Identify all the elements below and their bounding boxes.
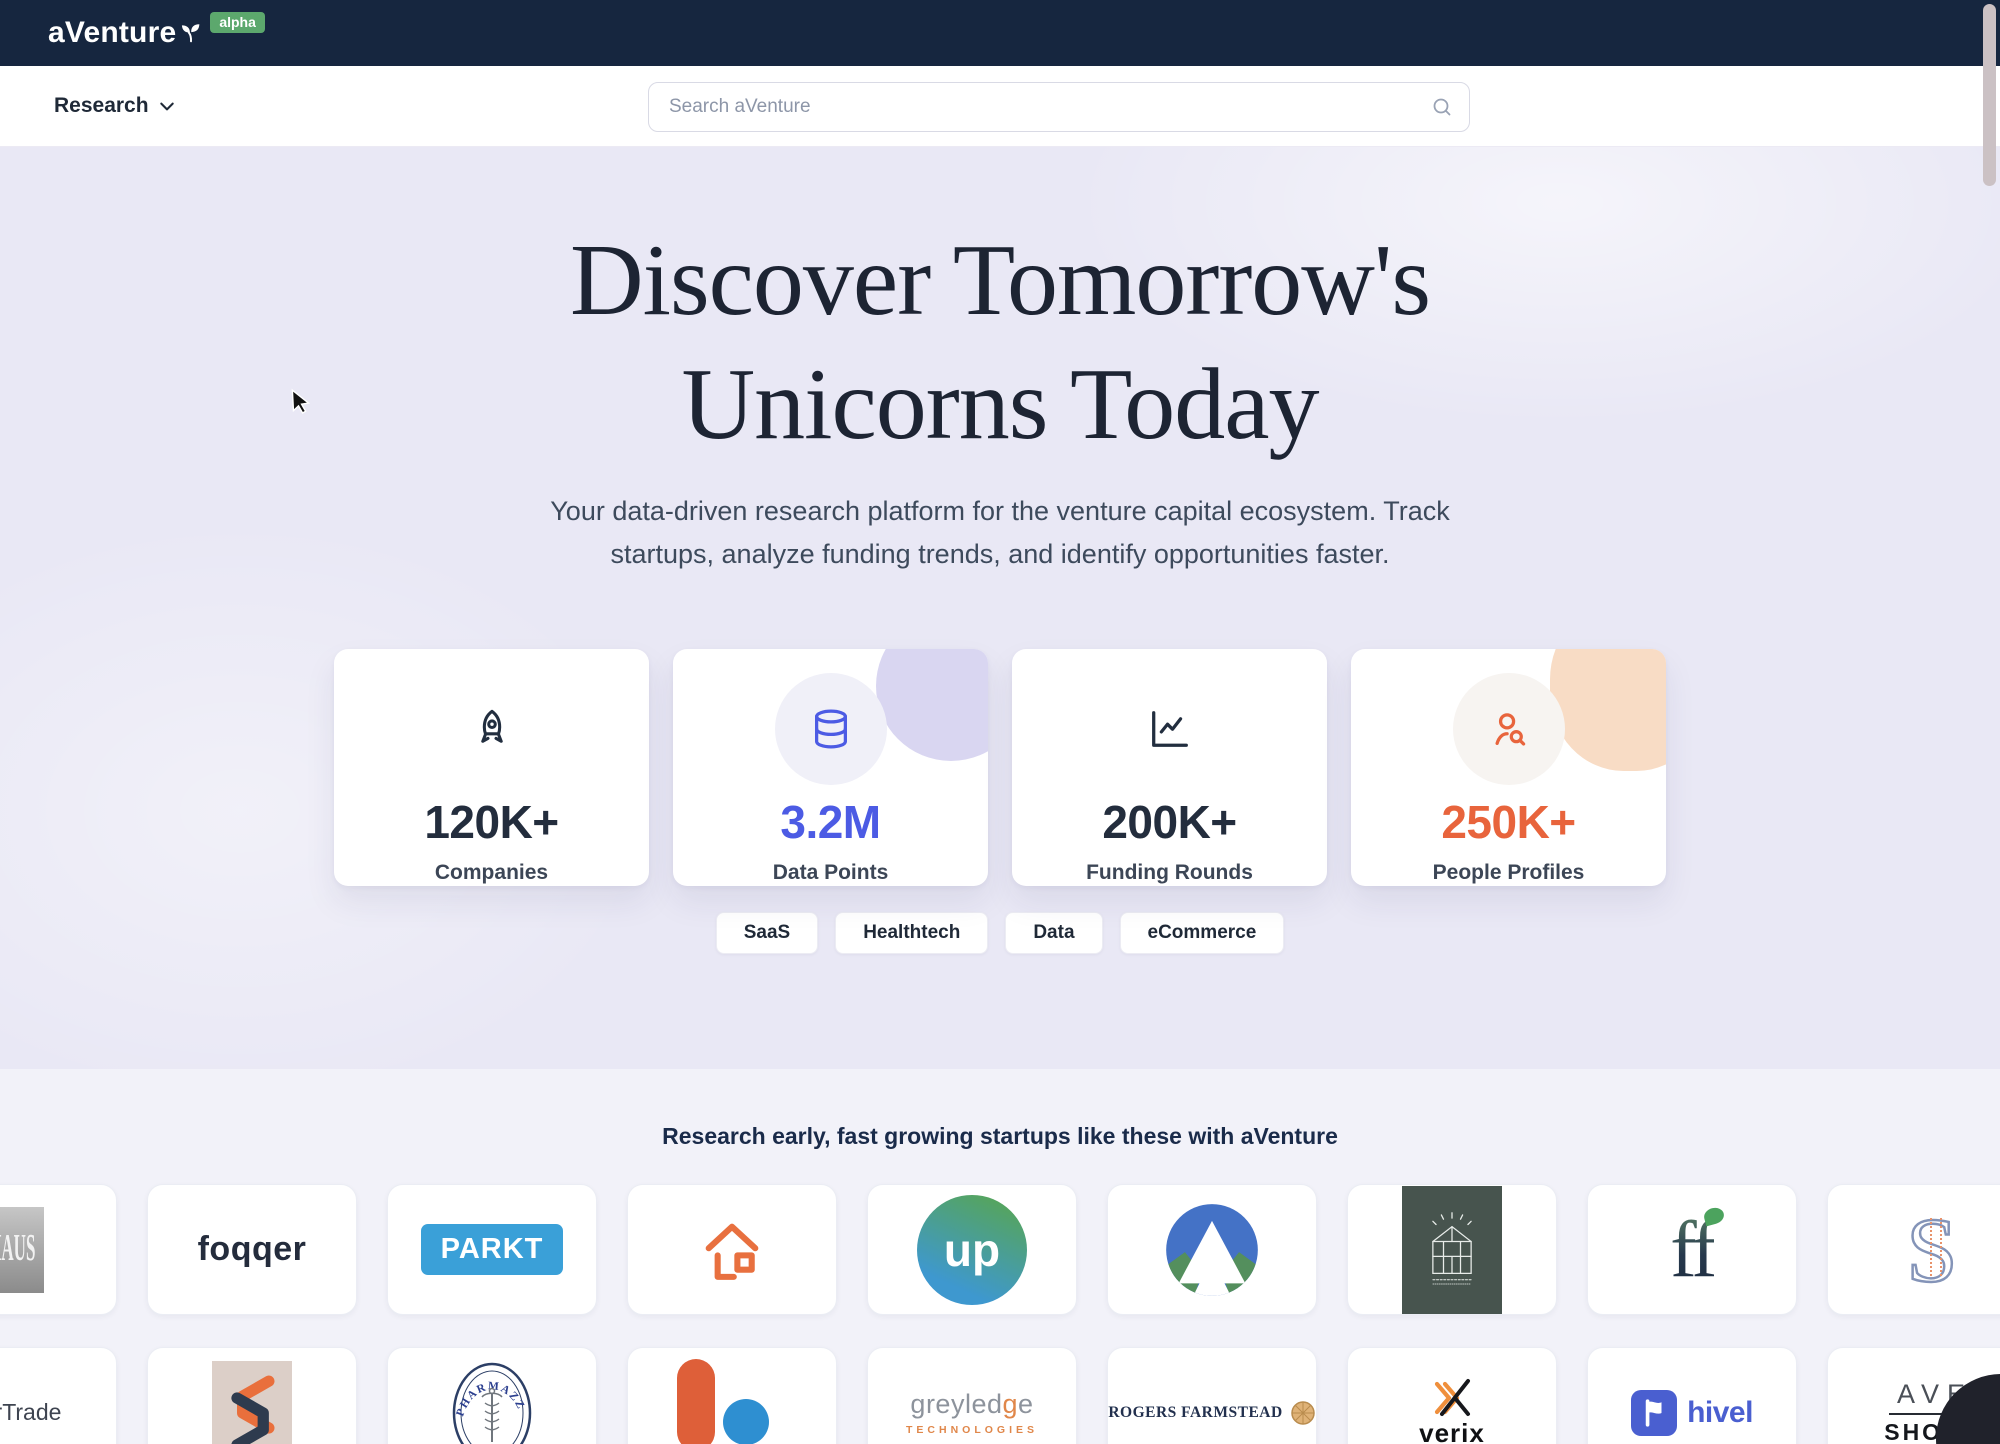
brand-logo[interactable]: aVenture alpha (48, 14, 265, 52)
stat-value: 120K+ (424, 795, 558, 849)
database-icon (808, 706, 854, 752)
hero-section: Discover Tomorrow'sUnicorns Today Your d… (0, 147, 2000, 1069)
hero-subtitle: Your data-driven research platform for t… (0, 490, 2000, 575)
page: aVenture alpha Research Discover Tomorro… (0, 0, 2000, 1444)
logo-card-greyledge[interactable]: greyledge TECHNOLOGIES (867, 1347, 1077, 1444)
logo-card-verix[interactable]: verix (1347, 1347, 1557, 1444)
rtrade-logo: rTrade (0, 1398, 61, 1428)
hero-title: Discover Tomorrow'sUnicorns Today (0, 147, 2000, 468)
stats-row: 120K+ Companies 3.2M Data Points (0, 649, 2000, 886)
logo-card-ff[interactable]: ff (1587, 1184, 1797, 1315)
top-bar: aVenture alpha (0, 0, 2000, 66)
logo-card-house[interactable] (627, 1184, 837, 1315)
research-menu[interactable]: Research (54, 66, 175, 146)
tag-pill-healthtech[interactable]: Healthtech (835, 912, 988, 954)
hivel-logo: hivel (1631, 1390, 1753, 1436)
greenhouse-icon (1418, 1204, 1486, 1296)
logo-card-greenhouse[interactable] (1347, 1184, 1557, 1315)
tag-row: SaaS Healthtech Data eCommerce (0, 912, 2000, 954)
dotted-line (1940, 1218, 1942, 1276)
chevron-down-icon (159, 101, 175, 112)
tag-pill-saas[interactable]: SaaS (716, 912, 818, 954)
stat-card-funding-rounds: 200K+ Funding Rounds (1012, 649, 1327, 886)
stat-card-companies: 120K+ Companies (334, 649, 649, 886)
flag-icon (1631, 1390, 1677, 1436)
wheel-emblem-icon (1290, 1400, 1316, 1426)
caduceus-seal: PHARMAZZ (450, 1359, 534, 1444)
interlocked-s-icon (222, 1369, 282, 1444)
search-icon[interactable] (1430, 95, 1454, 119)
logo-card-parkt[interactable]: PARKT (387, 1184, 597, 1315)
abstract-shapes-icon (657, 1347, 807, 1444)
logo-card-shapes[interactable] (627, 1347, 837, 1444)
sprout-icon (178, 16, 204, 46)
foqqer-logo: foqqer (198, 1230, 307, 1269)
stat-label: People Profiles (1433, 861, 1585, 885)
nav-strip: Research (0, 66, 2000, 147)
logo-card-hex-s[interactable] (147, 1347, 357, 1444)
logo-card-foqqer[interactable]: foqqer (147, 1184, 357, 1315)
stat-value: 250K+ (1441, 795, 1575, 849)
interlocked-s-logo (212, 1361, 292, 1444)
showcase-section: Research early, fast growing startups li… (0, 1069, 2000, 1444)
stat-card-people-profiles: 250K+ People Profiles (1351, 649, 1666, 886)
rocket-icon (469, 706, 515, 752)
alpha-badge: alpha (210, 12, 265, 33)
logo-card-up[interactable]: up (867, 1184, 1077, 1315)
search-bar (648, 82, 1470, 132)
double-chevron-x-icon (1428, 1376, 1476, 1420)
outline-s-logo: S (1906, 1204, 1957, 1296)
decor-circle (876, 649, 988, 761)
stat-value: 3.2M (780, 795, 880, 849)
logo-card-rtrade[interactable]: rTrade (0, 1347, 117, 1444)
scrollbar-thumb[interactable] (1983, 4, 1996, 186)
stat-value: 200K+ (1102, 795, 1236, 849)
decor-blob (1550, 649, 1666, 771)
greyledge-logo: greyledge TECHNOLOGIES (906, 1389, 1038, 1436)
brand-name: aVenture (48, 14, 176, 52)
parkt-logo: PARKT (421, 1224, 564, 1275)
logo-card-s[interactable]: S (1827, 1184, 2000, 1315)
greenhouse-logo (1402, 1186, 1502, 1314)
stat-label: Companies (435, 861, 548, 885)
rogers-farmstead-logo: ROGERS FARMSTEAD (1108, 1400, 1315, 1426)
dotted-line (1930, 1218, 1932, 1276)
logo-row-1: HAUS foqqer PARKT up (0, 1184, 2000, 1315)
stat-label: Data Points (773, 861, 889, 885)
line-chart-icon (1147, 706, 1193, 752)
haus-logo: HAUS (0, 1207, 44, 1293)
logo-row-2: rTrade PHARMAZZ (0, 1347, 2000, 1444)
logo-card-haus[interactable]: HAUS (0, 1184, 117, 1315)
logo-card-hivel[interactable]: hivel (1587, 1347, 1797, 1444)
research-label: Research (54, 94, 149, 118)
up-logo: up (917, 1195, 1027, 1305)
mountain-circle-icon (1162, 1200, 1262, 1300)
logo-card-rogers-farmstead[interactable]: ROGERS FARMSTEAD (1107, 1347, 1317, 1444)
orange-house-icon (689, 1207, 775, 1293)
showcase-heading: Research early, fast growing startups li… (0, 1123, 2000, 1150)
tag-pill-ecommerce[interactable]: eCommerce (1120, 912, 1285, 954)
stat-label: Funding Rounds (1086, 861, 1253, 885)
logo-card-pharmazz[interactable]: PHARMAZZ (387, 1347, 597, 1444)
ff-logo: ff (1670, 1210, 1714, 1290)
search-input[interactable] (648, 82, 1470, 132)
user-search-icon (1486, 706, 1532, 752)
verix-logo: verix (1419, 1376, 1485, 1444)
logo-card-mountain[interactable] (1107, 1184, 1317, 1315)
tag-pill-data[interactable]: Data (1005, 912, 1102, 954)
stat-card-data-points: 3.2M Data Points (673, 649, 988, 886)
